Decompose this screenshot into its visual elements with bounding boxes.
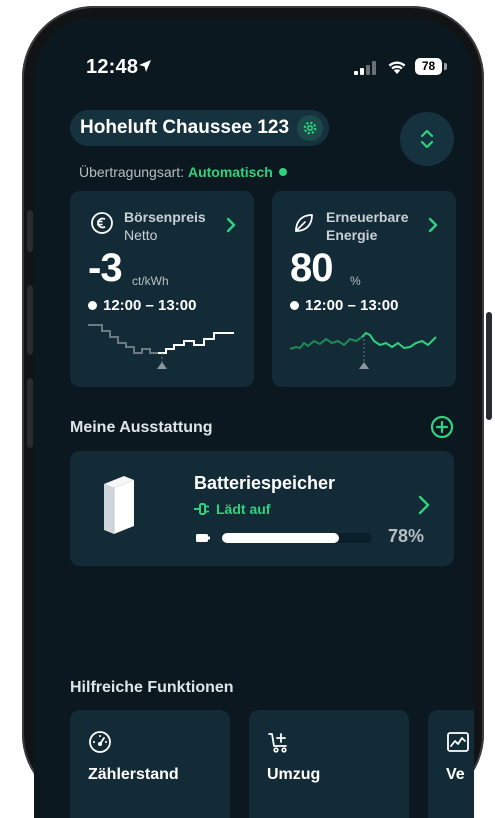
renewable-card[interactable]: Erneuerbare Energie 80 % 12:00 – 13:00 — [272, 191, 456, 387]
status-time: 12:48 — [86, 56, 139, 78]
transfer-mode-value: Automatisch — [187, 164, 273, 180]
location-arrow-icon — [139, 60, 151, 72]
chevron-right-icon — [418, 495, 430, 515]
battery-level-icon — [196, 534, 210, 542]
battery-storage-card[interactable]: Batteriespeicher Lädt auf 78% — [70, 451, 454, 566]
equipment-section-title: Meine Ausstattung — [70, 419, 213, 436]
volume-up-button — [27, 285, 33, 355]
renewable-time-text: 12:00 – 13:00 — [305, 297, 399, 314]
renewable-unit: % — [350, 274, 361, 288]
price-card-subtitle: Netto — [124, 227, 158, 243]
price-card[interactable]: Börsenpreis Netto -3 ct/kWh 12:00 – 13:0… — [70, 191, 254, 387]
transfer-label: Übertragungsart: — [79, 164, 185, 180]
price-time-text: 12:00 – 13:00 — [103, 297, 197, 314]
address-selector[interactable]: Hoheluft Chaussee 123 — [70, 110, 330, 146]
function-label: Ve — [446, 766, 465, 783]
leaf-icon — [295, 214, 313, 232]
euro-icon — [91, 212, 113, 234]
price-card-title: Börsenpreis — [124, 209, 206, 225]
settings-button[interactable] — [297, 115, 324, 141]
power-button — [486, 312, 492, 420]
price-unit: ct/kWh — [132, 274, 169, 288]
chart-icon — [447, 732, 469, 752]
price-sparkline — [88, 324, 234, 369]
address-title: Hoheluft Chaussee 123 — [80, 117, 290, 138]
function-card-meter[interactable]: Zählerstand — [70, 710, 230, 818]
time-dot — [290, 301, 299, 310]
switch-location-button[interactable] — [400, 112, 454, 166]
device-name: Batteriespeicher — [194, 473, 336, 493]
mute-switch — [27, 210, 33, 252]
speedometer-icon — [89, 731, 111, 753]
renewable-time-range: 12:00 – 13:00 — [290, 297, 398, 314]
battery-tip — [444, 63, 447, 70]
price-value: -3 — [88, 246, 123, 290]
price-time-range: 12:00 – 13:00 — [88, 297, 196, 314]
renewable-sparkline — [289, 331, 437, 369]
status-bar: 12:48 78 — [34, 18, 474, 108]
add-device-button[interactable] — [430, 415, 454, 439]
chevron-up-down-icon — [420, 129, 434, 149]
chevron-right-icon — [226, 217, 236, 233]
time-dot — [88, 301, 97, 310]
app-screen: 12:48 78 Hoheluft Chaussee 123 Übertragu… — [34, 18, 474, 818]
battery-storage-image — [104, 476, 134, 534]
charge-progress-fill — [222, 533, 339, 543]
charge-progress-bar — [222, 533, 372, 543]
renewable-card-title-1: Erneuerbare — [326, 209, 409, 225]
plug-icon — [194, 503, 209, 515]
charge-percent: 78% — [388, 526, 425, 546]
device-status: Lädt auf — [194, 501, 270, 517]
gear-icon — [303, 121, 317, 135]
transfer-mode-line: Übertragungsart: Automatisch — [79, 164, 287, 180]
function-card-third[interactable]: Ve — [428, 710, 474, 818]
chevron-right-icon — [428, 217, 438, 233]
renewable-value: 80 — [290, 246, 333, 290]
renewable-card-title-2: Energie — [326, 227, 378, 243]
wifi-icon — [388, 61, 406, 74]
cellular-signal-icon — [354, 61, 376, 75]
volume-down-button — [27, 378, 33, 448]
function-card-moving[interactable]: Umzug — [249, 710, 409, 818]
status-dot — [278, 168, 287, 176]
moving-cart-icon — [268, 733, 287, 753]
battery-status-indicator: 78 — [415, 58, 442, 75]
function-label: Zählerstand — [88, 766, 179, 783]
function-label: Umzug — [267, 766, 321, 783]
device-status-text: Lädt auf — [216, 501, 271, 517]
functions-section-title: Hilfreiche Funktionen — [70, 679, 234, 696]
